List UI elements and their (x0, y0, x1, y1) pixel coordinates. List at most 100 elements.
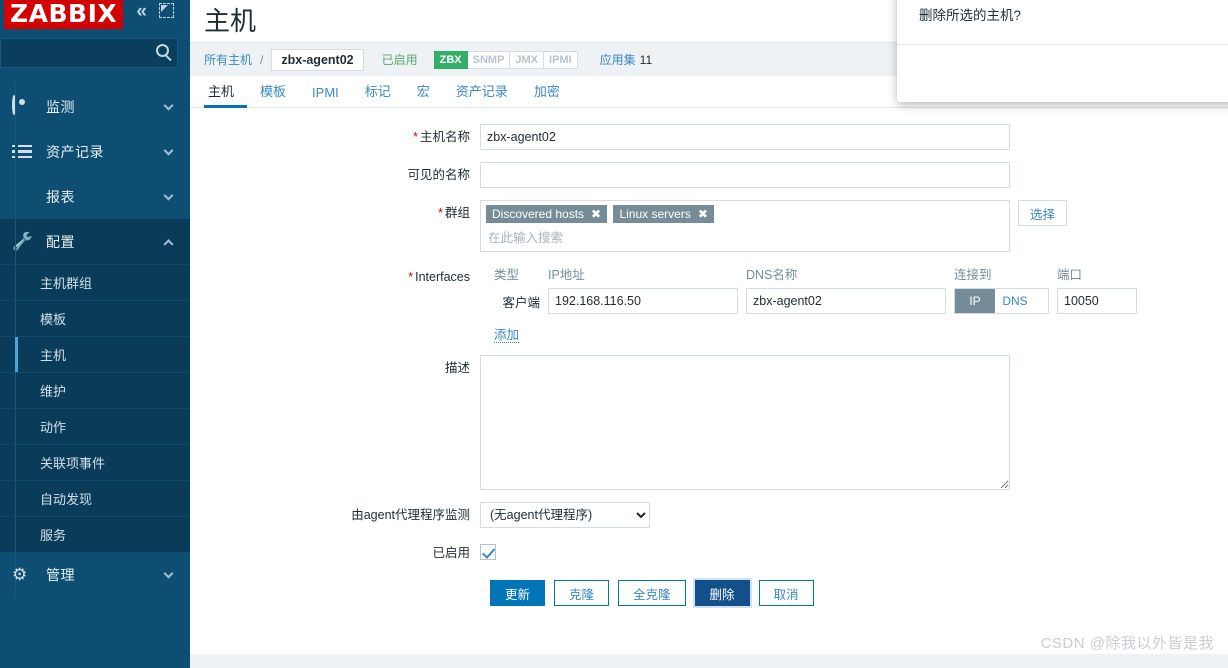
interfaces-header-row: 类型 IP地址 DNS名称 连接到 端口 (480, 264, 1137, 283)
interfaces-label: * Interfaces (408, 270, 470, 284)
col-port-header: 端口 (1057, 268, 1083, 282)
interface-type: 客户端 (502, 295, 540, 310)
proxy-select[interactable]: (无agent代理程序) (480, 502, 650, 528)
tag-jmx: JMX (510, 50, 545, 69)
add-interface-link[interactable]: 添加 (494, 328, 520, 343)
submenu-label: 主机群组 (40, 276, 93, 291)
sidebar-item-event-correlation[interactable]: 关联项事件 (0, 444, 190, 480)
interface-port-input[interactable] (1057, 288, 1137, 314)
dialog-message: 删除所选的主机? (919, 8, 1022, 23)
sidebar-item-monitoring[interactable]: 监测 (0, 84, 190, 129)
tag-ipmi: IPMI (544, 50, 578, 69)
submenu-label: 主机 (40, 348, 67, 363)
form-row-visible-name: 可见的名称 (190, 162, 1228, 188)
visible-name-input[interactable] (480, 162, 1010, 188)
breadcrumb-host-name: zbx-agent02 (271, 48, 364, 71)
sidebar-item-hosts[interactable]: 主机 (0, 336, 190, 372)
zabbix-logo: ZABBIX (4, 0, 124, 29)
group-chip[interactable]: Discovered hosts ✖ (486, 205, 608, 223)
form-row-host-name: * 主机名称 (190, 124, 1228, 150)
applications-link-group: 应用集 11 (600, 51, 652, 68)
delete-button[interactable]: 删除 (694, 580, 750, 606)
host-form: *主机名称 可见的名称 *群组 Discovered hosts ✖ Linux… (190, 108, 1228, 606)
interface-row: 客户端 IP DNS (480, 288, 1137, 314)
form-row-groups: * 群组 Discovered hosts ✖ Linux servers ✖ 在… (190, 200, 1228, 252)
connect-ip-option[interactable]: IP (955, 289, 995, 313)
sidebar-item-discovery[interactable]: 自动发现 (0, 480, 190, 516)
sidebar-item-reports[interactable]: 报表 (0, 174, 190, 219)
tag-snmp: SNMP (467, 50, 511, 69)
sidebar-item-host-groups[interactable]: 主机群组 (0, 264, 190, 300)
tab-templates[interactable]: 模板 (247, 81, 299, 107)
sidebar: ZABBIX « 监测 资产记录 报表 🔧 配置 主机群组 模板 主机 维护 动… (0, 0, 190, 668)
required-marker: * (408, 270, 414, 284)
tab-tags[interactable]: 标记 (352, 81, 404, 107)
sidebar-item-maintenance[interactable]: 维护 (0, 372, 190, 408)
main-content: 主机 所有主机 / zbx-agent02 已启用 ZBX SNMP JMX I… (190, 0, 1228, 668)
tab-encryption[interactable]: 加密 (521, 81, 573, 107)
breadcrumb-all-hosts[interactable]: 所有主机 (204, 51, 252, 68)
sidebar-item-label: 报表 (46, 188, 75, 205)
chevron-down-icon (163, 100, 174, 111)
connect-to-toggle[interactable]: IP DNS (954, 288, 1049, 314)
select-groups-button[interactable]: 选择 (1018, 200, 1068, 226)
watermark: CSDN @除我以外皆是我 (1040, 635, 1214, 652)
form-actions: 更新 克隆 全克隆 删除 取消 (190, 580, 1228, 606)
cancel-button[interactable]: 取消 (758, 580, 814, 606)
gear-icon: ⚙ (12, 564, 28, 584)
sidebar-header-icons: « (136, 2, 174, 21)
sidebar-search[interactable] (0, 38, 178, 68)
group-chip[interactable]: Linux servers ✖ (613, 205, 714, 223)
description-textarea[interactable] (480, 355, 1010, 490)
sidebar-item-administration[interactable]: ⚙ 管理 (0, 552, 190, 597)
interface-tags: ZBX SNMP JMX IPMI (433, 50, 578, 69)
submenu-label: 服务 (40, 528, 67, 543)
sidebar-item-configuration[interactable]: 🔧 配置 (0, 219, 190, 264)
tab-ipmi[interactable]: IPMI (299, 85, 352, 107)
clone-button[interactable]: 克隆 (554, 580, 610, 606)
interface-ip-input[interactable] (548, 288, 738, 314)
host-name-input[interactable] (480, 124, 1010, 150)
footer-strip (190, 654, 1228, 668)
tab-macros[interactable]: 宏 (404, 81, 443, 107)
chevron-down-icon (163, 568, 174, 579)
col-type-header: 类型 (494, 268, 520, 282)
groups-placeholder[interactable]: 在此输入搜索 (486, 223, 1004, 246)
enabled-label: 已启用 (432, 546, 470, 560)
form-row-interfaces: * Interfaces 类型 IP地址 DNS名称 连接到 端口 客户端 19… (190, 264, 1228, 343)
search-icon (156, 44, 169, 57)
update-button[interactable]: 更新 (490, 580, 546, 606)
close-icon[interactable]: ✖ (698, 207, 708, 221)
form-row-enabled: 已启用 (190, 540, 1228, 566)
sidebar-item-label: 资产记录 (46, 143, 104, 160)
tab-inventory[interactable]: 资产记录 (443, 81, 521, 107)
tag-zbx: ZBX (433, 50, 468, 69)
expand-sidebar-icon[interactable] (159, 3, 174, 20)
submenu-label: 自动发现 (40, 492, 93, 507)
close-icon[interactable]: ✖ (591, 207, 601, 221)
full-clone-button[interactable]: 全克隆 (618, 580, 686, 606)
sidebar-header: ZABBIX « (0, 0, 190, 38)
col-connect-header: 连接到 (954, 268, 992, 282)
status-badge[interactable]: 已启用 (382, 51, 418, 68)
breadcrumb-separator: / (260, 52, 264, 67)
col-ip-header: IP地址 (548, 268, 585, 282)
collapse-sidebar-icon[interactable]: « (136, 2, 147, 21)
sidebar-item-inventory[interactable]: 资产记录 (0, 129, 190, 174)
proxy-label: 由agent代理程序监测 (351, 508, 470, 522)
delete-confirm-dialog: 删除所选的主机? 确定 取消 (897, 0, 1228, 102)
sidebar-item-templates[interactable]: 模板 (0, 300, 190, 336)
sidebar-item-services[interactable]: 服务 (0, 516, 190, 552)
applications-link[interactable]: 应用集 (600, 53, 636, 67)
search-input[interactable] (1, 39, 147, 65)
connect-dns-option[interactable]: DNS (995, 289, 1035, 313)
group-chip-label: Linux servers (619, 207, 691, 221)
description-label: 描述 (444, 361, 470, 375)
host-name-label: * 主机名称 (413, 130, 470, 144)
tab-host[interactable]: 主机 (204, 81, 248, 108)
groups-multiselect[interactable]: Discovered hosts ✖ Linux servers ✖ 在此输入搜… (480, 200, 1010, 252)
submenu-label: 模板 (40, 312, 67, 327)
enabled-checkbox[interactable] (480, 544, 496, 560)
interface-dns-input[interactable] (746, 288, 946, 314)
sidebar-item-actions[interactable]: 动作 (0, 408, 190, 444)
